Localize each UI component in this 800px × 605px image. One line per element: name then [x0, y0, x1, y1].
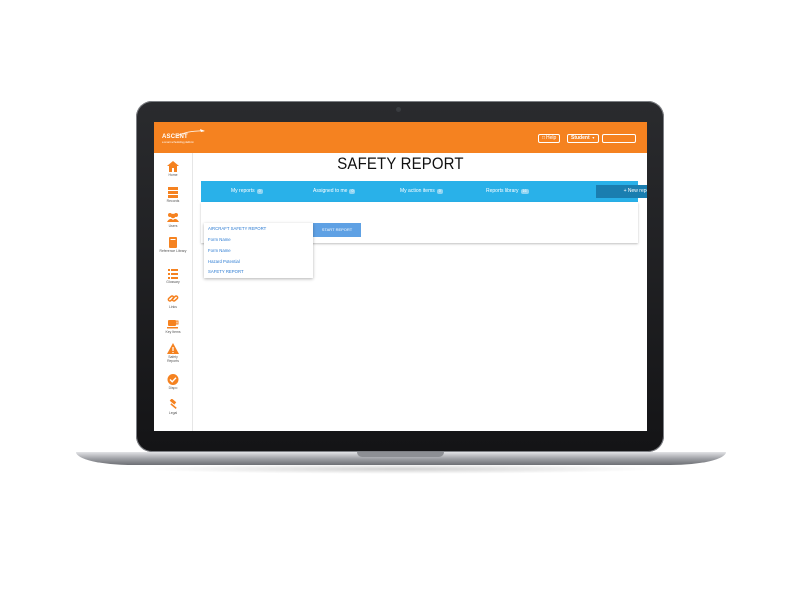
sidebar-item-label: Safety Reports: [167, 355, 179, 363]
sidebar-item-links[interactable]: Links: [154, 293, 192, 309]
sidebar-item-label: Reference Library: [159, 249, 187, 253]
link-icon: [167, 295, 179, 302]
report-type-dropdown[interactable]: AIRCRAFT SAFETY REPORT Form Name Form Na…: [204, 223, 313, 278]
dropdown-option[interactable]: Hazard Potential: [208, 259, 240, 264]
user-menu-label: Student: [571, 135, 590, 141]
user-menu-button[interactable]: Student ▼: [567, 134, 600, 143]
caret-down-icon: ▼: [591, 136, 596, 140]
sidebar-item-label: Dispo: [168, 386, 178, 390]
check-circle-icon: [167, 374, 179, 385]
dropdown-option[interactable]: Form Name: [208, 248, 231, 253]
sidebar-item-key-items[interactable]: Key Items: [154, 318, 192, 334]
new-report-button[interactable]: + New report: [596, 185, 647, 198]
dropdown-option[interactable]: SAFETY REPORT: [208, 269, 244, 274]
sidebar-item-legal[interactable]: Legal: [154, 399, 192, 415]
records-icon: [168, 187, 178, 198]
gavel-icon: [169, 399, 177, 409]
list-icon: [168, 269, 178, 279]
tab-assigned-to-me[interactable]: Assigned to me 0: [313, 181, 356, 202]
top-bar: ASCENT a smart scheduling platform □ Hel…: [154, 122, 647, 153]
search-input[interactable]: [602, 134, 636, 143]
tab-label: My reports: [231, 188, 255, 194]
report-tabs: My reports 0 Assigned to me 0 My action …: [201, 181, 647, 202]
tab-label: Assigned to me: [313, 188, 348, 194]
sidebar-item-label: Links: [169, 305, 177, 309]
book-icon: [169, 237, 177, 248]
logo-tagline: a smart scheduling platform: [162, 141, 194, 144]
sidebar-item-label: Records: [166, 199, 180, 203]
users-icon: [167, 213, 179, 222]
tab-label: Reports library: [486, 188, 519, 194]
home-icon: [167, 161, 179, 172]
laptop-screen: ASCENT a smart scheduling platform □ Hel…: [154, 122, 647, 431]
camera: [396, 107, 401, 112]
sidebar: Home Records Users Reference Library Glo…: [154, 153, 193, 431]
laptop-notch: [357, 452, 444, 457]
start-report-button[interactable]: START REPORT: [313, 223, 361, 237]
sidebar-item-label: Legal: [168, 411, 178, 415]
tab-count-badge: 16: [520, 189, 529, 194]
tab-my-action-items[interactable]: My action items 0: [400, 181, 443, 202]
laptop-shadow: [140, 464, 660, 474]
sidebar-item-label: Users: [168, 224, 178, 228]
tab-label: My action items: [400, 188, 435, 194]
ascent-logo[interactable]: ASCENT a smart scheduling platform: [162, 129, 212, 149]
dropdown-option[interactable]: AIRCRAFT SAFETY REPORT: [208, 226, 266, 231]
help-icon: □: [542, 135, 546, 141]
dropdown-option[interactable]: Form Name: [208, 237, 231, 242]
page-title: SAFETY REPORT: [337, 154, 464, 173]
sidebar-item-label: Key Items: [165, 330, 181, 334]
sidebar-item-records[interactable]: Records: [154, 187, 192, 203]
coffee-icon: [167, 320, 179, 329]
tab-reports-library[interactable]: Reports library 16: [486, 181, 529, 202]
tab-count-badge: 0: [256, 189, 263, 194]
tab-count-badge: 0: [436, 189, 443, 194]
tab-count-badge: 0: [349, 189, 356, 194]
sidebar-item-label: Glossary: [166, 280, 180, 284]
logo-text: ASCENT: [162, 134, 188, 140]
tab-my-reports[interactable]: My reports 0: [231, 181, 263, 202]
warning-icon: [167, 343, 179, 354]
help-label: Help: [546, 135, 557, 141]
sidebar-item-users[interactable]: Users: [154, 212, 192, 228]
laptop-lid: ASCENT a smart scheduling platform □ Hel…: [136, 101, 664, 452]
laptop-base: [76, 452, 726, 465]
help-button[interactable]: □ Help: [538, 134, 561, 143]
sidebar-item-reference-library[interactable]: Reference Library: [154, 237, 192, 253]
sidebar-item-glossary[interactable]: Glossary: [154, 268, 192, 284]
sidebar-item-dispo[interactable]: Dispo: [154, 374, 192, 390]
sidebar-item-safety-reports[interactable]: Safety Reports: [154, 343, 192, 363]
